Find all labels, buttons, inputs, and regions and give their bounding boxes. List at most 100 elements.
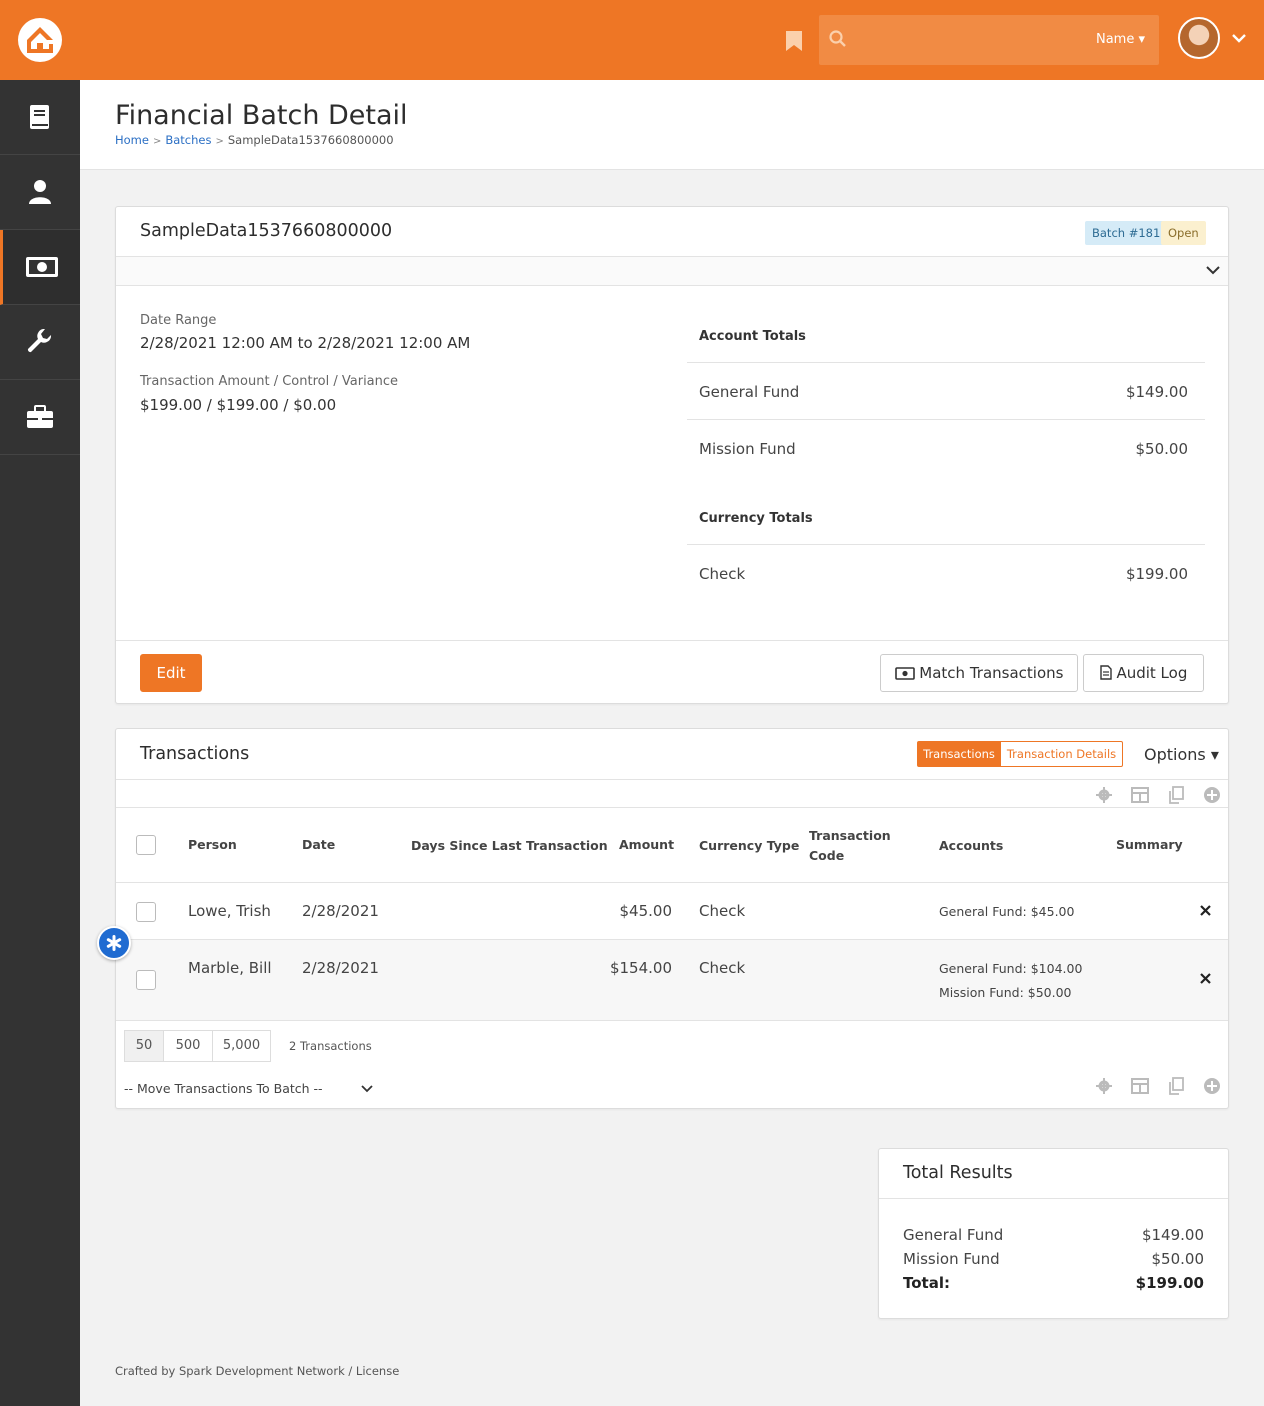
row-amount: $154.00 (609, 959, 672, 977)
page-size-50[interactable]: 50 (124, 1030, 164, 1062)
account-total-name: Mission Fund (699, 440, 796, 458)
sidebar-item-admin-tools[interactable] (0, 305, 80, 380)
row-checkbox[interactable] (136, 902, 156, 922)
delete-icon[interactable] (1200, 905, 1211, 916)
sidebar-item-finance[interactable] (0, 230, 80, 305)
page-title: Financial Batch Detail (115, 100, 408, 131)
page-size-5000[interactable]: 5,000 (212, 1030, 271, 1062)
add-circle-icon[interactable] (1203, 786, 1221, 804)
tab-transaction-details[interactable]: Transaction Details (1000, 741, 1123, 767)
column-header-transaction-code[interactable]: Transaction (809, 828, 891, 843)
collapse-bar[interactable] (116, 257, 1228, 285)
bookmark-icon[interactable] (785, 30, 803, 52)
add-circle-icon[interactable] (1203, 1077, 1221, 1095)
gear-icon[interactable] (1095, 786, 1113, 804)
sidebar (0, 80, 80, 1406)
divider (116, 779, 1228, 780)
column-header-transaction-code-line2[interactable]: Code (809, 848, 844, 863)
chevron-down-icon[interactable] (1231, 32, 1247, 44)
money-icon (25, 257, 58, 277)
breadcrumb-home[interactable]: Home (115, 133, 149, 147)
column-header-person[interactable]: Person (188, 837, 237, 852)
table-icon[interactable] (1131, 1077, 1149, 1095)
footer-credits[interactable]: Crafted by Spark Development Network / L… (115, 1364, 399, 1378)
total-line-amount: $50.00 (1151, 1250, 1205, 1268)
row-currency: Check (699, 902, 746, 920)
search-filter-dropdown[interactable]: Name ▾ (1096, 32, 1145, 47)
divider (687, 419, 1205, 420)
total-line-name: General Fund (903, 1226, 1004, 1244)
rock-logo-icon[interactable] (18, 18, 62, 62)
gear-icon[interactable] (1095, 1077, 1113, 1095)
account-total-amount: $149.00 (1125, 383, 1188, 401)
row-account: General Fund: $45.00 (939, 904, 1075, 919)
divider (116, 640, 1228, 641)
total-amount: $199.00 (1135, 1274, 1204, 1292)
column-header-days-since[interactable]: Days Since Last Transaction (411, 838, 608, 853)
chevron-down-icon[interactable] (1206, 265, 1220, 275)
match-transactions-label: Match Transactions (919, 664, 1064, 682)
row-account: General Fund: $104.00 (939, 961, 1083, 976)
table-row[interactable]: Marble, Bill 2/28/2021 $154.00 Check Gen… (116, 940, 1228, 1020)
amount-label: Transaction Amount / Control / Variance (140, 374, 399, 389)
file-icon (1099, 665, 1112, 680)
table-row[interactable]: Lowe, Trish 2/28/2021 $45.00 Check Gener… (116, 883, 1228, 939)
page-header: Financial Batch Detail Home > Batches > Samp… (80, 80, 1264, 170)
batch-detail-panel: SampleData1537660800000 Batch #181 Open … (115, 206, 1229, 704)
column-header-date[interactable]: Date (302, 837, 335, 852)
money-icon (894, 667, 915, 680)
divider (116, 1020, 1228, 1021)
total-label: Total: (903, 1274, 950, 1292)
row-person: Marble, Bill (188, 959, 272, 977)
tab-transactions[interactable]: Transactions (917, 741, 1001, 767)
options-dropdown[interactable]: Options ▾ (1144, 745, 1219, 764)
copy-icon[interactable] (1167, 1077, 1185, 1095)
row-date: 2/28/2021 (302, 959, 379, 977)
move-to-batch-label: -- Move Transactions To Batch -- (124, 1081, 323, 1096)
chevron-right-icon: > (152, 136, 162, 147)
sidebar-item-people[interactable] (0, 155, 80, 230)
account-totals-header: Account Totals (699, 329, 806, 344)
column-header-summary[interactable]: Summary (1116, 837, 1183, 852)
breadcrumb-current: SampleData1537660800000 (227, 133, 394, 147)
column-header-amount[interactable]: Amount (619, 837, 674, 852)
top-bar: Name ▾ (0, 0, 1264, 80)
search-icon (829, 30, 846, 47)
move-to-batch-select[interactable]: -- Move Transactions To Batch -- (124, 1081, 374, 1096)
search-input[interactable] (859, 25, 1079, 55)
briefcase-icon (27, 405, 53, 428)
divider (687, 544, 1205, 545)
page-size-500[interactable]: 500 (163, 1030, 213, 1062)
copy-icon[interactable] (1167, 786, 1185, 804)
match-transactions-button[interactable]: Match Transactions (880, 654, 1078, 692)
search-box[interactable]: Name ▾ (819, 15, 1159, 65)
asterisk-icon[interactable] (97, 926, 131, 960)
batch-name: SampleData1537660800000 (140, 221, 393, 241)
audit-log-button[interactable]: Audit Log (1083, 654, 1204, 692)
edit-button[interactable]: Edit (140, 654, 202, 692)
total-results-panel: Total Results General Fund $149.00 Missi… (878, 1148, 1229, 1319)
wrench-icon (27, 329, 52, 353)
breadcrumb-batches[interactable]: Batches (165, 133, 211, 147)
amount-value: $199.00 / $199.00 / $0.00 (140, 396, 337, 414)
row-amount: $45.00 (619, 902, 673, 920)
delete-icon[interactable] (1200, 973, 1211, 984)
sidebar-item-tools[interactable] (0, 380, 80, 455)
sidebar-item-content[interactable] (0, 80, 80, 155)
table-icon[interactable] (1131, 786, 1149, 804)
divider (116, 807, 1228, 808)
user-avatar[interactable] (1178, 17, 1220, 59)
row-date: 2/28/2021 (302, 902, 379, 920)
row-checkbox[interactable] (136, 970, 156, 990)
column-header-currency-type[interactable]: Currency Type (699, 838, 799, 853)
breadcrumb: Home > Batches > SampleData1537660800000 (115, 133, 394, 147)
row-currency: Check (699, 959, 746, 977)
column-header-accounts[interactable]: Accounts (939, 838, 1003, 853)
select-all-checkbox[interactable] (136, 835, 156, 855)
currency-total-amount: $199.00 (1125, 565, 1188, 583)
divider (687, 362, 1205, 363)
row-account: Mission Fund: $50.00 (939, 985, 1072, 1000)
account-total-name: General Fund (699, 383, 800, 401)
chevron-right-icon: > (215, 136, 224, 147)
currency-total-name: Check (699, 565, 746, 583)
